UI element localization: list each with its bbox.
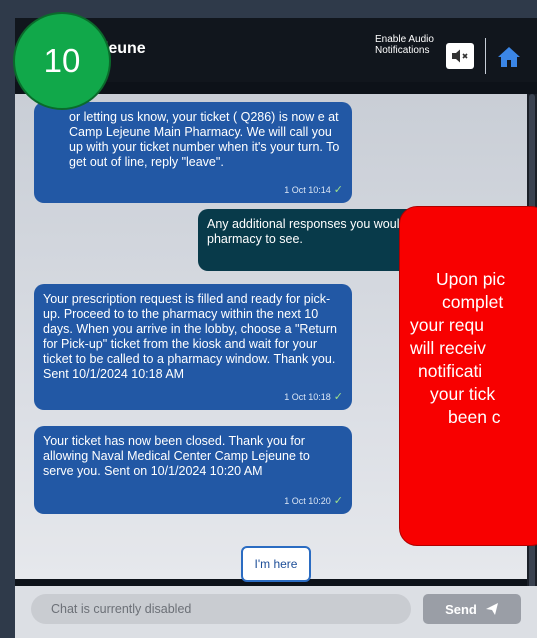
callout-line: your tick	[430, 384, 496, 404]
callout-line: your requ	[410, 315, 484, 335]
speaker-mute-icon	[452, 49, 468, 63]
chat-input[interactable]: Chat is currently disabled	[31, 594, 411, 624]
callout-line: been c	[448, 407, 501, 427]
message-text: Your prescription request is filled and …	[43, 292, 337, 381]
input-bar: Chat is currently disabled Send	[15, 586, 537, 638]
message-text: Your ticket has now been closed. Thank y…	[43, 434, 310, 478]
mute-button[interactable]	[446, 43, 474, 69]
send-button[interactable]: Send	[423, 594, 521, 624]
message-timestamp: 1 Oct 10:18 ✓	[284, 391, 343, 403]
delivered-check-icon: ✓	[333, 184, 343, 196]
step-number-badge: 10	[13, 12, 111, 110]
header-divider	[485, 38, 486, 74]
callout-line: complet	[442, 292, 504, 312]
message-text: or letting us know, your ticket ( Q286) …	[69, 110, 340, 169]
send-plane-icon	[485, 603, 498, 615]
annotation-callout: Upon pic complet your requ will receiv n…	[399, 206, 537, 546]
message-bubble-incoming: Your prescription request is filled and …	[34, 284, 352, 410]
callout-line: will receiv	[410, 338, 486, 358]
home-button[interactable]	[497, 45, 521, 69]
message-timestamp: 1 Oct 10:14 ✓	[284, 184, 343, 196]
message-bubble-incoming: or letting us know, your ticket ( Q286) …	[34, 102, 352, 203]
delivered-check-icon: ✓	[333, 495, 343, 507]
audio-notifications-label: Enable Audio Notifications	[375, 34, 434, 56]
send-label: Send	[445, 601, 477, 617]
delivered-check-icon: ✓	[333, 391, 343, 403]
message-timestamp: 1 Oct 10:20 ✓	[284, 495, 343, 507]
callout-line: Upon pic	[436, 269, 506, 289]
message-bubble-incoming: Your ticket has now been closed. Thank y…	[34, 426, 352, 514]
im-here-button[interactable]: I'm here	[241, 546, 311, 582]
callout-line: notificati	[418, 361, 483, 381]
message-text: Any additional responses you would pharm…	[207, 217, 407, 246]
home-icon	[498, 47, 520, 67]
